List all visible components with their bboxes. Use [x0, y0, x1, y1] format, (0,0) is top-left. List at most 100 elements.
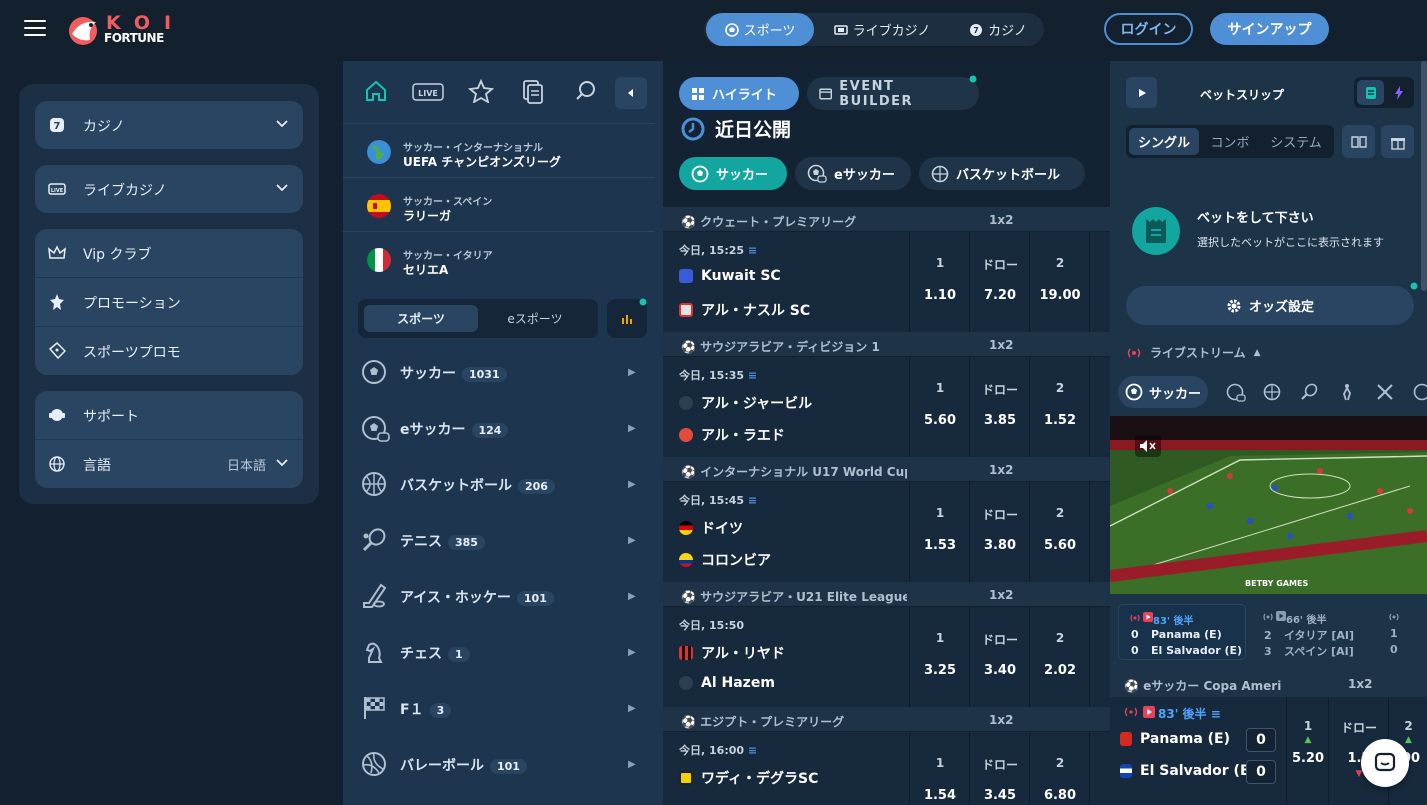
search-icon[interactable]: [574, 79, 598, 103]
swords-icon[interactable]: [1376, 383, 1394, 401]
odds-button-home[interactable]: 1 ▲ 5.20: [1286, 697, 1328, 805]
tab-single[interactable]: シングル: [1129, 128, 1199, 155]
sport-filter-soccer[interactable]: サッカー: [679, 157, 787, 190]
collapse-button[interactable]: [615, 77, 647, 109]
odds-button-home[interactable]: 1 1.53: [909, 482, 969, 582]
standard-mode-button[interactable]: [1357, 80, 1384, 105]
odds-button-home[interactable]: 1 5.60: [909, 357, 969, 457]
toggle-sports[interactable]: スポーツ: [364, 305, 478, 332]
menu-item-casino[interactable]: 7 カジノ: [35, 101, 303, 150]
koi-fortune-logo[interactable]: KOI FORTUNE: [66, 12, 186, 48]
live-match-card[interactable]: 83' 後半 0 Panama (E) 0 El Salvador (E): [1118, 604, 1246, 660]
home-icon[interactable]: [364, 79, 388, 103]
more-sports-icon[interactable]: [1413, 383, 1427, 401]
star-icon[interactable]: [468, 79, 494, 103]
market-label: 1x2: [989, 213, 1014, 227]
menu-item-vip-club[interactable]: Vip クラブ: [35, 229, 303, 278]
odds-button-draw[interactable]: ドロー 7.20: [969, 232, 1029, 332]
home-team[interactable]: ワディ・デグラSC: [679, 768, 818, 788]
menu-item-language[interactable]: 言語 日本語: [35, 440, 303, 489]
match-header: ⚽ サウジアラビア・ディビジョン 1 1x2: [663, 332, 1110, 357]
away-team[interactable]: Al Hazem: [679, 675, 775, 691]
home-team[interactable]: Kuwait SC: [679, 268, 781, 284]
notification-dot-icon: [639, 298, 647, 306]
team-crest-icon: [679, 396, 693, 410]
odds-button-away[interactable]: 2 1.52: [1029, 357, 1089, 457]
away-team[interactable]: アル・ラエド: [679, 425, 785, 445]
odds-button-away[interactable]: 2 19.00: [1029, 232, 1089, 332]
gift-button[interactable]: [1381, 125, 1414, 158]
sport-filter-esoccer[interactable]: eサッカー: [795, 157, 911, 190]
empty-betslip-subtitle: 選択したベットがここに表示されます: [1197, 236, 1384, 249]
betslip-history-icon[interactable]: [521, 79, 545, 105]
odds-button-draw[interactable]: ドロー 3.85: [969, 357, 1029, 457]
odds-value: 3.40: [983, 663, 1017, 678]
tab-casino[interactable]: 7 カジノ: [956, 13, 1040, 46]
tab-sports[interactable]: スポーツ: [706, 13, 814, 46]
live-match-card[interactable]: 66' 後半 2 イタリア [AI] 3 スペイン [AI]: [1252, 604, 1380, 660]
live-match-card[interactable]: 1 0: [1378, 604, 1427, 660]
bet-history-button[interactable]: [1342, 125, 1375, 158]
menu-item-sports-promo[interactable]: スポーツプロモ: [35, 327, 303, 376]
toggle-esports[interactable]: eスポーツ: [478, 305, 592, 332]
mute-button[interactable]: [1135, 435, 1161, 457]
tab-highlight[interactable]: ハイライト: [679, 77, 799, 110]
home-team[interactable]: アル・ジャービル: [679, 393, 812, 413]
tab-system[interactable]: システム: [1261, 128, 1331, 155]
chat-support-button[interactable]: [1361, 739, 1409, 787]
basketball-icon[interactable]: [1263, 383, 1281, 401]
tab-event-builder[interactable]: EVENT BUILDER: [807, 77, 979, 110]
tab-live-casino[interactable]: ライブカジノ: [820, 13, 944, 46]
odds-button-draw[interactable]: ドロー 3.80: [969, 482, 1029, 582]
sport-item-f1[interactable]: F１ 3 ▶: [343, 681, 655, 737]
odds-col-label: 2: [1404, 719, 1413, 733]
away-team[interactable]: アル・ナスル SC: [679, 300, 810, 320]
away-team[interactable]: コロンビア: [679, 550, 771, 570]
live-icon[interactable]: LIVE: [412, 83, 444, 101]
odds-button-away[interactable]: 2 5.60: [1029, 482, 1089, 582]
live-home-row: 1: [1390, 627, 1398, 640]
soccer-ball-icon: [691, 165, 709, 182]
tab-combo[interactable]: コンボ: [1199, 128, 1261, 155]
livestream-toggle[interactable]: ライブストリーム ▲: [1126, 344, 1261, 361]
sport-item-chess[interactable]: チェス 1 ▶: [343, 625, 655, 681]
esoccer-icon[interactable]: [1226, 383, 1246, 403]
odds-button-home[interactable]: 1 1.10: [909, 232, 969, 332]
odds-button-draw[interactable]: ドロー 3.40: [969, 607, 1029, 707]
esports-player-icon[interactable]: [1338, 383, 1356, 401]
menu-item-live-casino[interactable]: LIVE ライブカジノ: [35, 165, 303, 214]
sport-item-ice-hockey[interactable]: アイス・ホッケー 101 ▶: [343, 569, 655, 625]
live-video-stream[interactable]: BETBY GAMES: [1110, 416, 1427, 594]
sport-item-esoccer[interactable]: eサッカー 124 ▶: [343, 401, 655, 457]
popular-league-item[interactable]: サッカー・スペイン ラリーガ: [343, 177, 655, 231]
odds-button-home[interactable]: 1 1.54: [909, 732, 969, 805]
sport-filter-basketball[interactable]: バスケットボール: [919, 157, 1085, 190]
chat-bubble-icon: [1374, 752, 1396, 772]
sport-item-basketball[interactable]: バスケットボール 206 ▶: [343, 457, 655, 513]
ticket-icon: [48, 342, 66, 360]
odds-button-away[interactable]: 2 6.80: [1029, 732, 1089, 805]
tennis-racket-icon[interactable]: [1300, 383, 1318, 401]
quick-bet-button[interactable]: [1386, 80, 1412, 105]
home-team[interactable]: アル・リヤド: [679, 643, 785, 663]
menu-icon[interactable]: [24, 20, 46, 38]
odds-button-away[interactable]: 2 2.02: [1029, 607, 1089, 707]
signup-button[interactable]: サインアップ: [1210, 13, 1329, 45]
sport-item-soccer[interactable]: サッカー 1031 ▶: [343, 345, 655, 401]
menu-item-support[interactable]: サポート: [35, 391, 303, 440]
popular-league-item[interactable]: サッカー・イタリア セリエA: [343, 231, 655, 285]
menu-item-promotions[interactable]: プロモーション: [35, 278, 303, 327]
odds-button-home[interactable]: 1 3.25: [909, 607, 969, 707]
odds-button-draw[interactable]: ドロー 3.45: [969, 732, 1029, 805]
livestream-sport-soccer[interactable]: サッカー: [1118, 376, 1208, 408]
betslip-scrollbar[interactable]: [1421, 61, 1427, 291]
odds-settings-button[interactable]: オッズ設定: [1126, 286, 1414, 325]
login-button[interactable]: ログイン: [1104, 13, 1193, 45]
home-team[interactable]: ドイツ: [679, 518, 743, 538]
soccer-ball-icon: [362, 360, 386, 384]
sport-item-volleyball[interactable]: バレーボール 101 ▶: [343, 737, 655, 793]
expand-betslip-button[interactable]: [1126, 77, 1157, 108]
popular-league-item[interactable]: サッカー・インターナショナル UEFA チャンピオンズリーグ: [343, 123, 655, 177]
home-team[interactable]: Panama (E): [1120, 731, 1230, 747]
sport-item-tennis[interactable]: テニス 385 ▶: [343, 513, 655, 569]
